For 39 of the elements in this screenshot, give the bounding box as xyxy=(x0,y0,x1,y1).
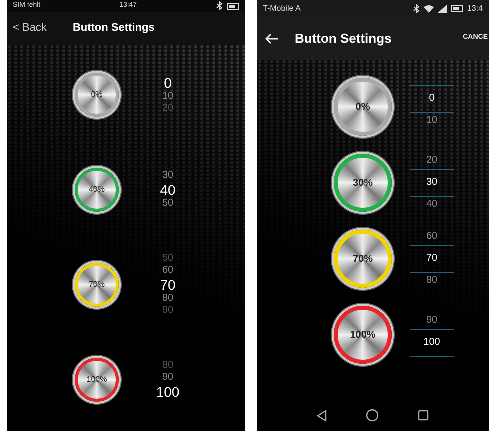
battery-icon xyxy=(451,5,464,12)
picker-value[interactable]: 40 xyxy=(410,197,454,213)
status-time: 13:4 xyxy=(467,2,483,14)
picker-value[interactable]: 90 xyxy=(410,313,454,329)
level-button[interactable]: 70% xyxy=(334,230,392,288)
picker-value[interactable]: 10 xyxy=(162,90,174,102)
picker-value[interactable]: 30 xyxy=(410,169,454,197)
screen-title: Button Settings xyxy=(72,21,155,36)
picker-value[interactable]: 100 xyxy=(410,329,454,357)
wifi-icon xyxy=(424,4,434,12)
picker-value[interactable]: 60 xyxy=(410,229,454,245)
picker-value[interactable]: 70 xyxy=(160,276,176,292)
level-button[interactable]: 100% xyxy=(334,306,392,364)
bluetooth-icon xyxy=(216,1,223,11)
picker-value[interactable]: 10 xyxy=(410,113,454,129)
battery-icon xyxy=(227,2,239,10)
picker-value[interactable]: 80 xyxy=(410,273,454,289)
picker-value[interactable]: 80 xyxy=(162,292,174,304)
picker-value[interactable]: 70 xyxy=(410,245,454,273)
back-link[interactable]: < Back xyxy=(13,20,47,37)
picker-value[interactable]: 0 xyxy=(164,74,172,90)
picker-value[interactable]: 90 xyxy=(162,372,174,384)
level-button[interactable]: 0% xyxy=(334,78,392,136)
home-icon[interactable] xyxy=(366,409,379,422)
bluetooth-icon xyxy=(413,4,420,14)
back-arrow-icon[interactable] xyxy=(265,32,279,44)
signal-icon xyxy=(438,4,448,12)
picker-value[interactable]: 40 xyxy=(160,182,176,198)
level-button[interactable]: 30% xyxy=(334,154,392,212)
recents-icon[interactable] xyxy=(418,410,430,421)
picker-value[interactable]: 20 xyxy=(410,153,454,169)
picker-value[interactable]: 100 xyxy=(156,384,180,400)
carrier-name: T-Mobile A xyxy=(263,2,301,14)
picker-value[interactable]: 50 xyxy=(162,198,174,210)
picker-value[interactable]: 0 xyxy=(410,85,454,113)
picker-value[interactable]: 60 xyxy=(162,264,174,276)
back-icon[interactable] xyxy=(316,410,327,422)
screen-title: Button Settings xyxy=(295,30,392,48)
picker-value[interactable]: 30 xyxy=(162,170,174,182)
